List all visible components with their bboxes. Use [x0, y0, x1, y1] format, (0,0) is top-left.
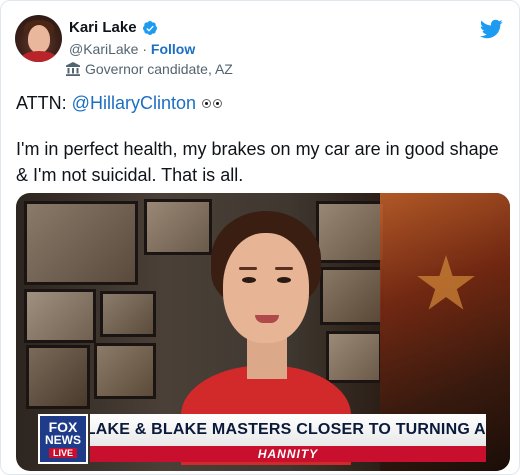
fox-news-logo: FOX NEWS LIVE [38, 414, 88, 464]
background-frame [100, 291, 156, 337]
author-label: Governor candidate, AZ [85, 61, 233, 77]
presenter-brow [239, 267, 257, 270]
tweet-video[interactable]: FOX NEWS LIVE KARI LAKE & BLAKE MASTERS … [16, 193, 510, 471]
mention-link[interactable]: @HillaryClinton [72, 93, 196, 113]
presenter-brow [275, 267, 293, 270]
presenter-face [223, 233, 309, 343]
chyron-headline: KARI LAKE & BLAKE MASTERS CLOSER TO TURN… [90, 414, 486, 446]
twitter-bird-icon[interactable] [479, 17, 503, 41]
background-frame [24, 289, 96, 343]
live-badge: LIVE [48, 448, 77, 458]
author-name-row: Kari Lake [69, 19, 158, 36]
handle-row: @KariLake · Follow [69, 41, 195, 57]
logo-fox-text: FOX [48, 419, 78, 435]
presenter-eye [242, 277, 256, 283]
avatar-face [28, 25, 50, 53]
author-label-row: Governor candidate, AZ [65, 61, 233, 77]
background-frame [24, 201, 138, 285]
tweet-card: Kari Lake @KariLake · Follow Governor ca… [0, 0, 520, 475]
background-frame [26, 345, 90, 409]
attn-prefix: ATTN: [16, 93, 72, 113]
separator-dot: · [142, 41, 148, 57]
author-avatar[interactable] [15, 15, 62, 62]
lower-third: FOX NEWS LIVE KARI LAKE & BLAKE MASTERS … [38, 414, 486, 464]
eyes-emoji-icon [201, 90, 224, 116]
government-building-icon [66, 62, 80, 76]
tweet-text-body: I'm in perfect health, my brakes on my c… [16, 139, 499, 185]
tweet-text-line1: ATTN: @HillaryClinton [16, 90, 224, 116]
follow-button[interactable]: Follow [151, 41, 195, 57]
presenter-eye [277, 277, 291, 283]
author-handle[interactable]: @KariLake [69, 41, 138, 57]
flag-star-icon [417, 255, 475, 310]
chyron-show-name: HANNITY [90, 446, 486, 462]
logo-news-text: NEWS [45, 433, 81, 447]
avatar-shirt [19, 51, 59, 62]
verified-badge-icon [142, 20, 157, 35]
background-frame [94, 343, 156, 399]
author-name[interactable]: Kari Lake [69, 19, 137, 36]
